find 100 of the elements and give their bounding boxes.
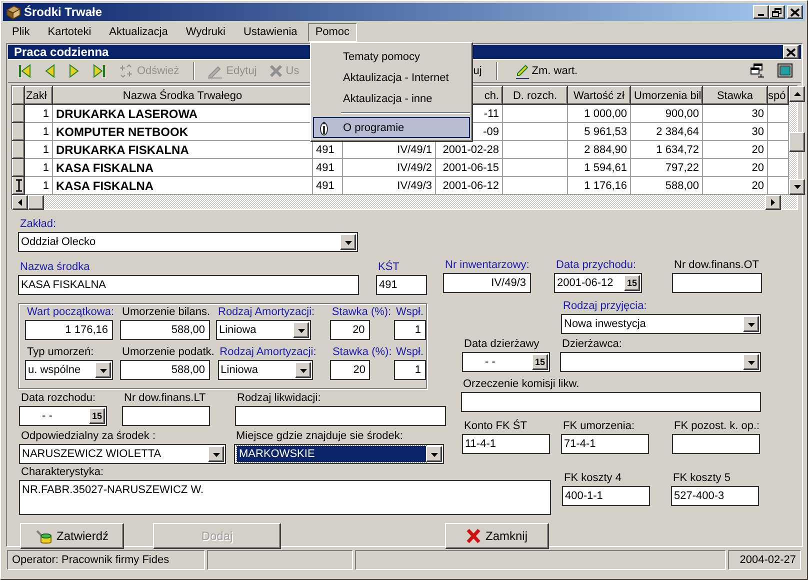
status-text: Operator: Pracownik firmy Fides: [7, 550, 205, 570]
toolbar-button[interactable]: Zm. wart.: [512, 60, 582, 82]
form-button[interactable]: Zatwierdź: [20, 523, 124, 549]
menu-option[interactable]: O programie: [313, 117, 470, 138]
column-header[interactable]: Zakł: [24, 86, 52, 104]
text-field[interactable]: 71-4-1: [561, 434, 649, 454]
right-arrow-icon: [770, 198, 776, 207]
field-label: Data przychodu:: [555, 259, 638, 273]
menu-option[interactable]: Aktaulizacja - Internet: [313, 67, 470, 88]
field-label: Stawka (%):: [330, 306, 390, 320]
table-cell: DRUKARKA FISKALNA: [52, 140, 312, 158]
dropdown-field[interactable]: Liniowa: [218, 360, 313, 380]
table-cell: 5 961,53: [568, 122, 630, 140]
menu-item[interactable]: Ustawienia: [236, 22, 304, 42]
text-field[interactable]: [461, 392, 761, 412]
monitor-icon: [777, 63, 793, 79]
menu-item[interactable]: Aktualizacja: [102, 22, 175, 42]
text-field[interactable]: 1: [394, 320, 426, 340]
menu-item[interactable]: Kartoteki: [40, 22, 98, 42]
column-header[interactable]: Wartość zł: [568, 86, 630, 104]
text-field[interactable]: 527-400-3: [671, 486, 759, 506]
windows-icon: [749, 63, 765, 79]
field-label: Rodzaj Amortyzacji:: [217, 306, 313, 320]
table-cell: 1 000,00: [568, 104, 630, 122]
text-field[interactable]: [122, 406, 210, 426]
column-header[interactable]: Umorzenia bil.: [630, 86, 702, 104]
dropdown-field[interactable]: [560, 352, 761, 372]
text-field[interactable]: 11-4-1: [462, 434, 550, 454]
calendar-button[interactable]: 15: [88, 408, 105, 424]
text-field[interactable]: KASA FISKALNA: [18, 275, 359, 295]
text-field[interactable]: 400-1-1: [562, 486, 650, 506]
restore-icon: [772, 8, 782, 16]
up-arrow-icon: [792, 91, 802, 97]
menu-item[interactable]: Plik: [5, 22, 37, 42]
text-field[interactable]: 491: [376, 275, 427, 295]
dropdown-field[interactable]: MARKOWSKIE: [234, 444, 444, 464]
table-cell: 1: [24, 122, 52, 140]
menu-option[interactable]: Tematy pomocy: [313, 46, 470, 67]
column-header[interactable]: Nazwa Środka Trwałego: [52, 86, 312, 104]
date-field[interactable]: - - 15: [19, 406, 107, 426]
text-field[interactable]: 1 176,16: [25, 320, 113, 340]
field-label: Umorzenie bilans.: [121, 306, 210, 320]
scrollbar-thumb[interactable]: [28, 195, 44, 210]
dropdown-field[interactable]: u. wspólne: [25, 360, 113, 380]
text-field[interactable]: [235, 406, 446, 426]
date-field[interactable]: - - 15: [462, 352, 550, 372]
field-label: Charakterystyka:: [20, 466, 105, 480]
field-label: Rodzaj Amortyzacji:: [218, 346, 314, 360]
field-label: Konto FK ŚT: [463, 420, 528, 434]
form-button[interactable]: Zamknij: [445, 523, 549, 549]
table-cell: KASA FISKALNA: [52, 158, 312, 176]
field-label: Wspł.: [395, 306, 424, 320]
text-field[interactable]: [672, 273, 762, 293]
table-cell: 20: [702, 158, 768, 176]
text-field[interactable]: 588,00: [120, 320, 210, 340]
table-cell: 20: [702, 176, 768, 194]
menu-item[interactable]: Wydruki: [178, 22, 232, 42]
toolbar-button[interactable]: uj: [471, 60, 486, 82]
info-icon: [319, 120, 329, 136]
table-cell: 30: [702, 104, 768, 122]
text-field[interactable]: [672, 434, 760, 454]
text-area[interactable]: NR.FABR.35027-NARUSZEWICZ W.: [19, 480, 551, 515]
delete-icon: [268, 63, 283, 79]
minimize-button[interactable]: [753, 5, 769, 19]
first-record-icon: [18, 63, 32, 79]
text-field[interactable]: IV/49/3: [443, 273, 531, 293]
field-label: Nr dow.finans.LT: [123, 392, 207, 406]
menu-item[interactable]: Pomoc: [308, 22, 357, 42]
column-header[interactable]: Stawka: [702, 86, 768, 104]
dropdown-field[interactable]: Liniowa: [216, 320, 311, 340]
table-cell: IV/49/2: [342, 158, 436, 176]
status-date: 2004-02-27: [728, 550, 801, 570]
left-arrow-icon: [17, 198, 23, 207]
text-field[interactable]: 20: [330, 320, 370, 340]
dropdown-field[interactable]: NARUSZEWICZ WIOLETTA: [19, 444, 226, 464]
field-label: Typ umorzeń:: [26, 346, 95, 360]
row-pointer-icon: [14, 178, 24, 193]
text-field[interactable]: 1: [394, 360, 426, 380]
close-icon: [786, 48, 796, 56]
panel-title: Praca codzienna: [14, 45, 109, 59]
next-record-icon: [68, 63, 80, 79]
field-label: Umorzenie podatk.: [121, 346, 212, 360]
close-button[interactable]: [783, 45, 799, 59]
scrollbar[interactable]: [789, 86, 805, 195]
restore-button[interactable]: [769, 5, 785, 19]
column-header[interactable]: spó: [768, 86, 788, 104]
table-cell: IV/49/3: [342, 176, 436, 194]
table-cell: 1: [24, 104, 52, 122]
calendar-button[interactable]: 15: [532, 354, 548, 370]
column-header[interactable]: D. rozch.: [502, 86, 568, 104]
text-field[interactable]: 588,00: [120, 360, 210, 380]
scrollbar-thumb[interactable]: [789, 132, 805, 152]
close-button[interactable]: [787, 5, 803, 19]
field-label: Data rozchodu:: [20, 392, 97, 406]
calendar-button[interactable]: 15: [624, 275, 640, 291]
table-cell: 588,00: [630, 176, 702, 194]
dropdown-field[interactable]: Oddział Olecko: [18, 232, 358, 252]
text-field[interactable]: 20: [330, 360, 370, 380]
date-field[interactable]: 2001-06-12 15: [554, 273, 642, 293]
dropdown-field[interactable]: Nowa inwestycja: [561, 314, 761, 334]
